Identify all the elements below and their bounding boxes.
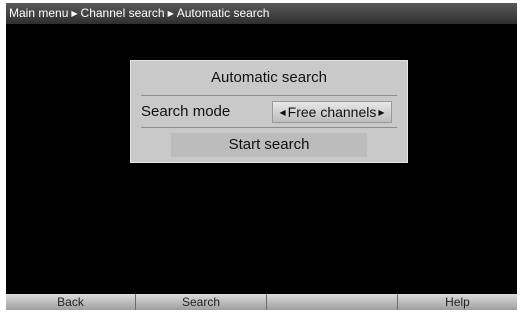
start-search-button[interactable]: Start search [171,133,367,157]
empty-function-key[interactable] [267,294,398,310]
breadcrumb: Main menu ▶ Channel search ▶ Automatic searc… [6,3,517,24]
back-button[interactable]: Back [6,294,136,310]
arrow-right-icon[interactable]: ▶ [378,108,384,117]
arrow-left-icon[interactable]: ◀ [279,108,285,117]
breadcrumb-item-automatic-search: Automatic search [176,6,270,20]
breadcrumb-item-main-menu[interactable]: Main menu [9,6,68,20]
search-mode-label: Search mode [141,103,231,120]
dialog-title: Automatic search [211,69,327,86]
breadcrumb-item-channel-search[interactable]: Channel search [81,6,165,20]
search-mode-value: Free channels [287,104,377,120]
search-button[interactable]: Search [136,294,267,310]
breadcrumb-separator-icon: ▶ [71,9,78,18]
tv-screen: Main menu ▶ Channel search ▶ Automatic searc… [6,3,517,310]
divider [141,127,397,128]
divider [141,95,397,96]
function-key-bar: Back Search Help [6,294,517,310]
breadcrumb-separator-icon: ▶ [167,9,174,18]
search-mode-selector[interactable]: ◀ Free channels ▶ [272,101,392,123]
help-button[interactable]: Help [398,294,517,310]
automatic-search-dialog: Automatic search Search mode ◀ Free chann… [130,60,408,163]
